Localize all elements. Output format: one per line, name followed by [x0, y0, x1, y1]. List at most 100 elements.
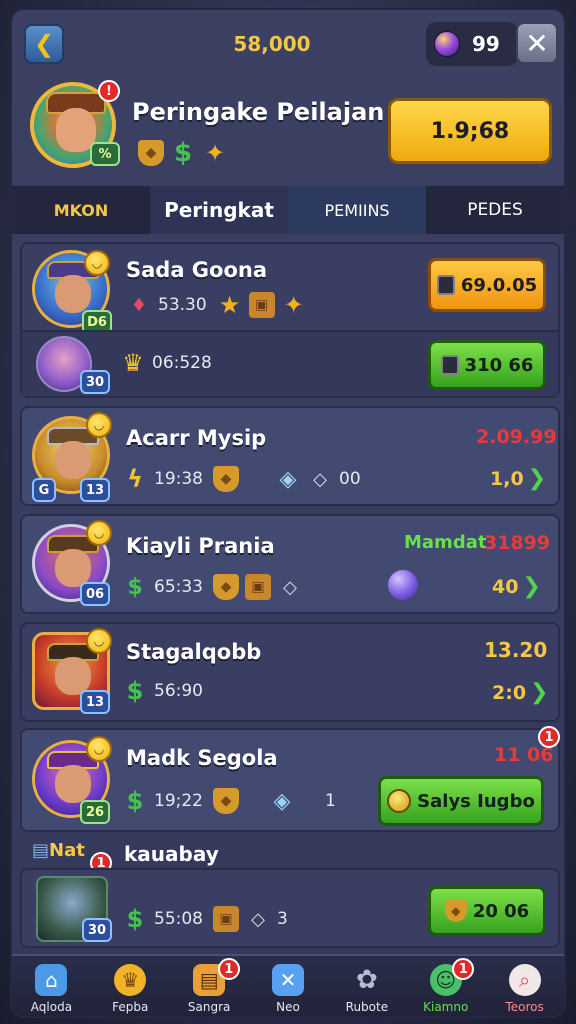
rank-change[interactable]: 2:0 ❯ — [492, 680, 548, 705]
gem-icon: ◇ — [251, 908, 265, 930]
rank-change[interactable]: 40 ❯ — [492, 574, 541, 599]
score-value: 2.09.99 — [476, 426, 557, 448]
shield-icon: ◆ — [213, 466, 239, 492]
emoji-icon: ◡ — [86, 628, 112, 654]
level-badge: 26 — [80, 800, 110, 824]
score-value: 31899 — [484, 532, 551, 554]
heart-gem-icon: ♦ — [130, 294, 148, 316]
claim-button[interactable]: 310 66 — [428, 340, 546, 390]
list-icon: ▤ — [32, 840, 50, 861]
emoji-icon: ◡ — [86, 736, 112, 762]
player-stats: ϟ 19:38 ◆ ◈ ◇ 00 — [122, 465, 365, 493]
page-title: Peringake Peilajan — [132, 98, 385, 126]
level-badge: 06 — [80, 582, 110, 606]
nav-teoros[interactable]: ⌕ Teoros — [485, 956, 564, 1016]
nav-aqloda[interactable]: ⌂ Aqloda — [12, 956, 91, 1016]
bottom-navigation: ⌂ Aqloda ♛ Fepba ▤ 1 Sangra ✕ Neo ✿ Rubo… — [12, 954, 564, 1016]
primary-reward-button[interactable]: 1.9;68 — [388, 98, 552, 164]
card-icon — [436, 275, 455, 295]
gem-balance[interactable]: 99 — [426, 22, 518, 66]
news-tag: ▤Nat — [32, 840, 85, 861]
shield-icon: ◆ — [444, 900, 467, 922]
player-stats: $ 55:08 ▣ ◇ 3 — [122, 905, 292, 933]
swords-icon: ✕ — [272, 964, 304, 996]
shield-icon: ◆ — [138, 140, 164, 166]
gem-count: 99 — [472, 32, 500, 56]
home-icon: ⌂ — [35, 964, 68, 996]
shield-icon: ◆ — [213, 574, 239, 600]
shield-icon: ◆ — [213, 788, 239, 814]
nav-sangra[interactable]: ▤ 1 Sangra — [170, 956, 249, 1016]
notification-badge: 1 — [452, 958, 475, 980]
star-icon: ★ — [218, 291, 241, 319]
chest-icon: ▣ — [213, 906, 239, 932]
chevron-right-icon: ❯ — [530, 680, 549, 705]
star-icon: ✦ — [204, 139, 226, 167]
emoji-icon: ◡ — [86, 520, 112, 546]
player-resources: ◆ $ ✦ — [138, 138, 228, 168]
leaderboard-row[interactable]: ◡ D6 Sada Goona ♦ 53.30 ★ ▣ ✦ 69.0.05 30… — [20, 242, 560, 398]
coin-balance: 58,000 — [233, 32, 311, 56]
score-value: 13.20 — [484, 638, 548, 662]
chest-icon: ▣ — [245, 574, 271, 600]
leaderboard-row[interactable]: 30 $ 55:08 ▣ ◇ 3 ◆ 20 06 — [20, 868, 560, 948]
nav-rubote[interactable]: ✿ Rubote — [327, 956, 406, 1016]
player-level-badge: % — [90, 142, 120, 166]
dollar-icon: $ — [126, 677, 144, 705]
tab-bar: MKON Peringkat PEMIINS PEDES — [12, 186, 564, 234]
top-bar: ❮ 58,000 99 ✕ — [12, 10, 564, 74]
level-badge: 13 — [80, 690, 110, 714]
dollar-icon: $ — [173, 138, 193, 168]
tab-pedes[interactable]: PEDES — [426, 186, 564, 234]
nav-kiamno[interactable]: ☺ 1 Kiamno — [406, 956, 485, 1016]
section-title: kauabay — [124, 842, 219, 866]
level-badge: 13 — [80, 478, 110, 502]
player-stats: $ 65:33 ◆ ▣ ◇ — [122, 574, 303, 600]
leaderboard-row[interactable]: ◡ 13 Stagalqobb $ 56:90 13.20 2:0 ❯ — [20, 622, 560, 722]
chevron-right-icon: ❯ — [522, 574, 541, 599]
leaderboard-row[interactable]: ◡ 26 Madk Segola $ 19;22 ◆ ◈ 1 11 06 1 S… — [20, 726, 560, 832]
tab-pemiins[interactable]: PEMIINS — [288, 186, 426, 234]
back-button[interactable]: ❮ — [24, 24, 64, 64]
player-name: Acarr Mysip — [126, 426, 267, 450]
nav-neo[interactable]: ✕ Neo — [249, 956, 328, 1016]
tab-peringkat[interactable]: Peringkat — [150, 186, 288, 234]
emoji-icon: ◡ — [86, 412, 112, 438]
player-name: Sada Goona — [126, 258, 268, 282]
close-icon: ✕ — [525, 26, 549, 60]
rank-change[interactable]: 1,0 ❯ — [490, 466, 546, 491]
claim-button[interactable]: ◆ 20 06 — [428, 886, 546, 936]
leaderboard-row[interactable]: ◡ 06 Kiayli Prania $ 65:33 ◆ ▣ ◇ Mamdat … — [20, 514, 560, 614]
gem-icon: ◇ — [313, 468, 327, 490]
crystal-icon: ◈ — [279, 466, 297, 492]
notification-badge: ! — [98, 80, 120, 102]
level-badge: G — [32, 478, 56, 502]
crystal-icon: ◈ — [273, 788, 291, 814]
dollar-icon: $ — [127, 574, 143, 600]
gear-icon: ✿ — [355, 965, 378, 995]
tab-mkon[interactable]: MKON — [12, 186, 150, 234]
bolt-icon: ϟ — [127, 465, 143, 493]
player-stats: $ 19;22 ◆ ◈ 1 — [122, 787, 340, 815]
player-name: Stagalqobb — [126, 640, 262, 664]
leaderboard-row[interactable]: ◡ G 13 Acarr Mysip ϟ 19:38 ◆ ◈ ◇ 00 2.09… — [20, 406, 560, 506]
card-icon — [440, 355, 459, 375]
player-name: Kiayli Prania — [126, 534, 275, 558]
status-label: Mamdat — [404, 532, 487, 553]
dollar-icon: $ — [126, 905, 144, 933]
notification-badge: 1 — [538, 726, 560, 748]
chevron-left-icon: ❮ — [33, 30, 55, 58]
action-button[interactable]: Salys Iugbo — [378, 776, 544, 826]
close-button[interactable]: ✕ — [516, 22, 558, 64]
player-stats: ♛ 06:528 — [120, 349, 216, 377]
leaderboard-panel: ❮ 58,000 99 ✕ ! % Peringake Peilajan ◆ $… — [10, 8, 566, 1018]
player-name: Madk Segola — [126, 746, 278, 770]
chevron-right-icon: ❯ — [527, 466, 547, 491]
nav-fepba[interactable]: ♛ Fepba — [91, 956, 170, 1016]
reward-button[interactable]: 69.0.05 — [428, 258, 546, 312]
star-icon: ✦ — [283, 291, 304, 319]
notification-badge: 1 — [217, 958, 240, 980]
emoji-icon: ◡ — [84, 250, 110, 276]
level-badge: 30 — [80, 370, 110, 394]
level-badge: 30 — [82, 918, 112, 942]
